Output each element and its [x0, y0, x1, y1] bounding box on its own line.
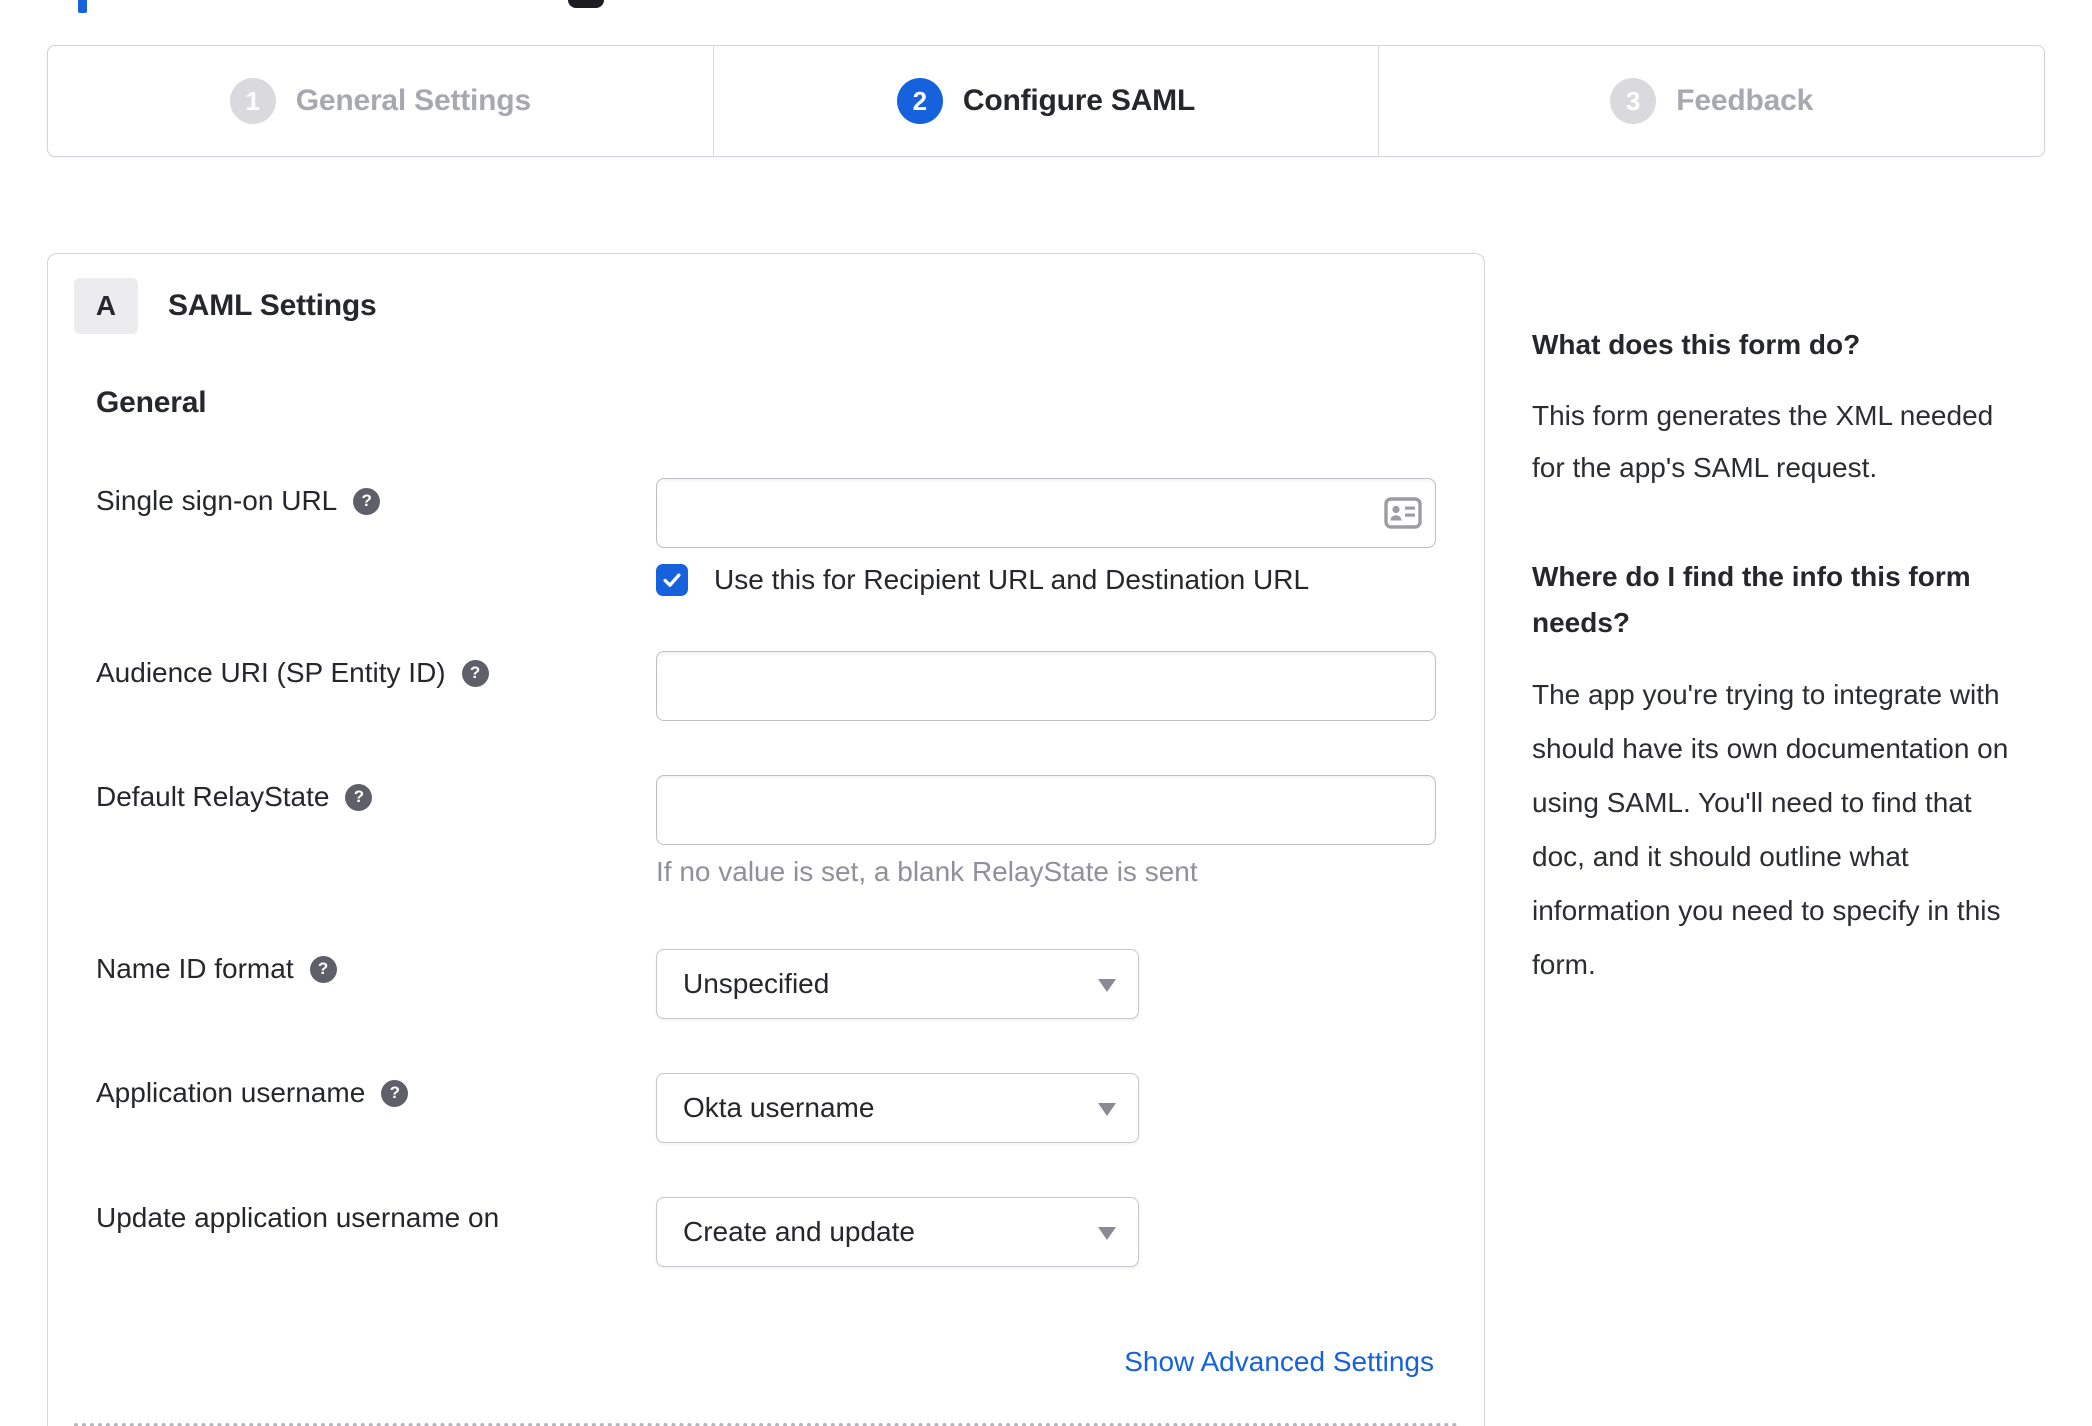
sso-url-label-row: Single sign-on URL ? — [96, 484, 381, 518]
sso-url-label: Single sign-on URL — [96, 485, 338, 516]
audience-uri-label: Audience URI (SP Entity ID) — [96, 657, 446, 688]
help-icon[interactable]: ? — [381, 1079, 409, 1107]
name-id-format-label-row: Name ID format ? — [96, 952, 337, 986]
audience-uri-input[interactable] — [656, 651, 1436, 721]
application-username-label: Application username — [96, 1077, 366, 1108]
help-answer-2: The app you're trying to integrate with … — [1532, 679, 2009, 980]
step-number: 1 — [245, 85, 260, 116]
check-icon — [663, 573, 681, 587]
step-label: General Settings — [295, 84, 531, 117]
name-id-format-select[interactable]: Unspecified — [656, 949, 1139, 1019]
step-number: 2 — [912, 85, 928, 116]
help-answer-1: This form generates the XML needed for t… — [1532, 400, 1994, 483]
step-number-badge: 2 — [896, 78, 943, 124]
update-app-username-label-row: Update application username on — [96, 1201, 499, 1235]
stepper-step-configure-saml[interactable]: 2 Configure SAML — [712, 46, 1379, 156]
application-username-select[interactable]: Okta username — [656, 1073, 1139, 1143]
dropdown-caret-icon — [1098, 1227, 1116, 1240]
recipient-url-checkbox[interactable] — [656, 564, 688, 596]
help-sidebar: What does this form do? This form genera… — [1532, 322, 2032, 992]
stepper-step-feedback[interactable]: 3 Feedback — [1378, 46, 2044, 156]
help-question-2: Where do I find the info this form needs… — [1532, 561, 1971, 638]
recipient-url-checkbox-label: Use this for Recipient URL and Destinati… — [714, 564, 1310, 595]
dropdown-caret-icon — [1098, 1103, 1116, 1116]
select-value: Okta username — [683, 1092, 875, 1123]
update-app-username-label: Update application username on — [96, 1202, 500, 1233]
help-icon[interactable]: ? — [353, 487, 381, 515]
saml-settings-panel: A SAML Settings General Single sign-on U… — [47, 253, 1485, 1426]
recipient-url-checkbox-row[interactable]: Use this for Recipient URL and Destinati… — [656, 564, 1309, 596]
select-value: Unspecified — [683, 968, 830, 999]
panel-title: SAML Settings — [168, 289, 377, 322]
section-badge-a: A — [74, 278, 138, 334]
wizard-stepper: 1 General Settings 2 Configure SAML 3 Fe… — [47, 45, 2045, 157]
relay-state-hint: If no value is set, a blank RelayState i… — [656, 856, 1198, 887]
step-label: Feedback — [1676, 84, 1814, 117]
relay-state-label: Default RelayState — [96, 781, 330, 812]
step-label: Configure SAML — [962, 84, 1196, 117]
clipped-title-fragment — [78, 0, 87, 13]
audience-uri-label-row: Audience URI (SP Entity ID) ? — [96, 656, 489, 690]
step-number-badge: 1 — [229, 78, 276, 124]
help-icon[interactable]: ? — [461, 659, 489, 687]
step-number: 3 — [1626, 85, 1641, 116]
clipped-icon-fragment — [568, 0, 604, 8]
stepper-step-general-settings[interactable]: 1 General Settings — [48, 46, 713, 156]
relay-state-label-row: Default RelayState ? — [96, 780, 373, 814]
application-username-label-row: Application username ? — [96, 1076, 409, 1110]
update-app-username-select[interactable]: Create and update — [656, 1197, 1139, 1267]
relay-state-input[interactable] — [656, 775, 1436, 845]
show-advanced-settings-link[interactable]: Show Advanced Settings — [1124, 1346, 1434, 1378]
sso-url-input[interactable] — [656, 478, 1436, 548]
name-id-format-label: Name ID format — [96, 953, 294, 984]
select-value: Create and update — [683, 1216, 915, 1247]
help-icon[interactable]: ? — [345, 783, 373, 811]
step-number-badge: 3 — [1610, 78, 1657, 124]
dropdown-caret-icon — [1098, 979, 1116, 992]
panel-header: A SAML Settings — [74, 278, 377, 334]
help-question-1: What does this form do? — [1532, 329, 1861, 360]
general-heading: General — [96, 386, 207, 419]
help-icon[interactable]: ? — [309, 955, 337, 983]
page: 1 General Settings 2 Configure SAML 3 Fe… — [0, 0, 2092, 1426]
